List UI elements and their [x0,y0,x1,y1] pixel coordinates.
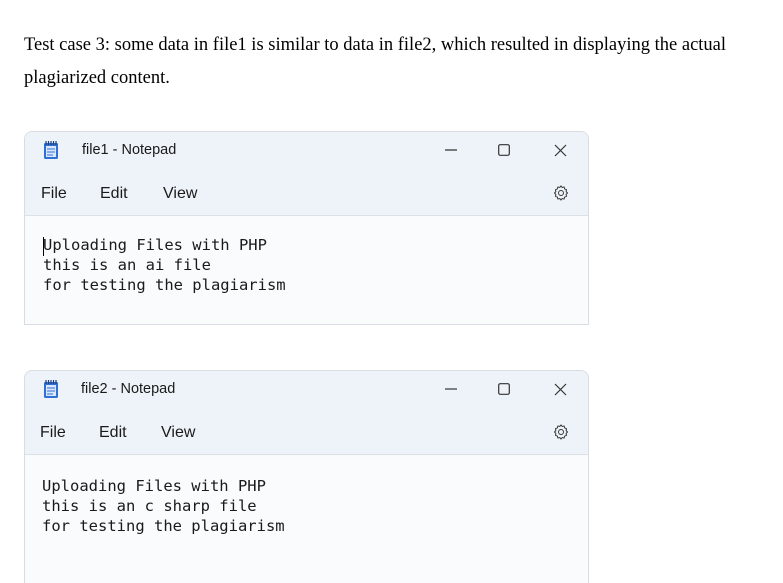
menu-file[interactable]: File [41,185,67,203]
close-button[interactable] [545,138,575,162]
minimize-button[interactable] [436,377,466,401]
notepad-icon [44,380,58,398]
menu-edit[interactable]: Edit [100,185,128,203]
gear-icon[interactable] [552,184,570,202]
text-editor[interactable]: Uploading Files with PHP this is an c sh… [25,456,588,583]
maximize-button[interactable] [489,138,519,162]
text-editor[interactable]: Uploading Files with PHP this is an ai f… [25,217,588,324]
menu-bar: File Edit View [25,170,588,216]
notepad-window-file2: file2 - Notepad File Edit View Uploading… [24,370,589,583]
menu-view[interactable]: View [161,424,195,442]
minimize-icon [445,149,457,151]
close-icon [554,383,566,395]
notepad-window-file1: file1 - Notepad File Edit View Uploading… [24,131,589,325]
close-button[interactable] [545,377,575,401]
editor-line: this is an c sharp file [42,497,257,515]
menu-bar: File Edit View [25,409,588,455]
window-title: file2 - Notepad [81,381,176,397]
title-bar[interactable]: file1 - Notepad [25,132,588,170]
maximize-button[interactable] [489,377,519,401]
test-case-paragraph: Test case 3: some data in file1 is simil… [24,35,727,88]
editor-line: for testing the plagiarism [42,517,285,535]
notepad-icon [44,141,58,159]
close-icon [554,144,566,156]
gear-icon[interactable] [552,423,570,441]
minimize-icon [445,388,457,390]
maximize-icon [498,144,510,156]
menu-edit[interactable]: Edit [99,424,127,442]
editor-line: for testing the plagiarism [43,276,286,294]
window-title: file1 - Notepad [82,142,177,158]
maximize-icon [498,383,510,395]
editor-line: Uploading Files with PHP [43,236,267,254]
minimize-button[interactable] [436,138,466,162]
editor-line: this is an ai file [43,256,211,274]
title-bar[interactable]: file2 - Notepad [25,371,588,409]
editor-line: Uploading Files with PHP [42,477,266,495]
menu-file[interactable]: File [40,424,66,442]
menu-view[interactable]: View [163,185,197,203]
